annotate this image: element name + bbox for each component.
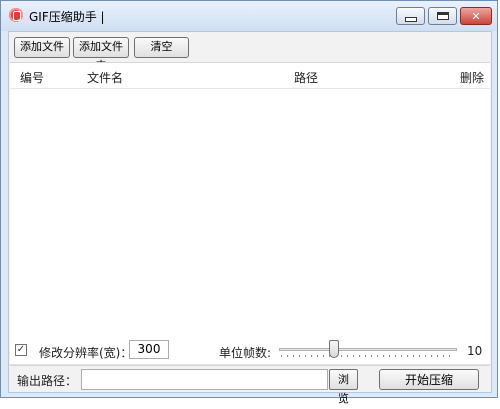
browse-button[interactable]: 浏览 [329,369,358,405]
start-compress-button[interactable]: 开始压缩 [379,369,479,390]
window-title: GIF压缩助手 | [29,10,105,24]
column-header-index[interactable]: 编号 [20,69,44,86]
minimize-icon [404,16,417,22]
add-folder-button[interactable]: 添加文件夹 [73,37,129,72]
main-panel: 添加文件 添加文件夹 清空 编号 文件名 路径 删除 ✓ 修改分辨率(宽)： 3… [8,31,492,405]
options-row: ✓ 修改分辨率(宽)： 300 单位帧数: 10 [9,336,491,362]
check-icon: ✓ [16,344,26,355]
resize-label: 修改分辨率(宽)： [39,346,133,360]
file-list[interactable]: 编号 文件名 路径 删除 [10,62,490,366]
fps-slider-track[interactable] [279,348,457,351]
minimize-button[interactable] [396,7,425,25]
clear-button[interactable]: 清空 [134,37,189,58]
app-logo-icon [9,8,23,22]
output-path-label: 输出路径： [17,374,78,388]
add-file-button[interactable]: 添加文件 [14,37,70,58]
title-bar[interactable]: GIF压缩助手 | ✕ [1,1,497,31]
close-icon: ✕ [471,9,481,23]
maximize-button[interactable] [428,7,457,25]
file-list-body[interactable] [10,89,490,363]
maximize-icon [436,12,449,20]
close-button[interactable]: ✕ [460,7,492,25]
fps-slider-ticks [281,355,455,357]
column-header-filename[interactable]: 文件名 [87,69,123,86]
fps-slider-thumb[interactable] [329,340,340,358]
column-header-path[interactable]: 路径 [294,69,318,86]
file-list-header: 编号 文件名 路径 删除 [10,63,490,89]
output-row: 输出路径： 浏览 开始压缩 [9,364,491,405]
output-path-input[interactable] [81,369,328,390]
fps-label: 单位帧数: [219,346,272,360]
column-header-delete[interactable]: 删除 [460,69,484,86]
resize-checkbox[interactable]: ✓ [15,344,27,356]
fps-value: 10 [467,344,483,358]
width-input[interactable]: 300 [129,340,169,359]
app-window: GIF压缩助手 | ✕ 添加文件 添加文件夹 清空 编号 文件名 路径 删除 ✓ [0,0,498,405]
